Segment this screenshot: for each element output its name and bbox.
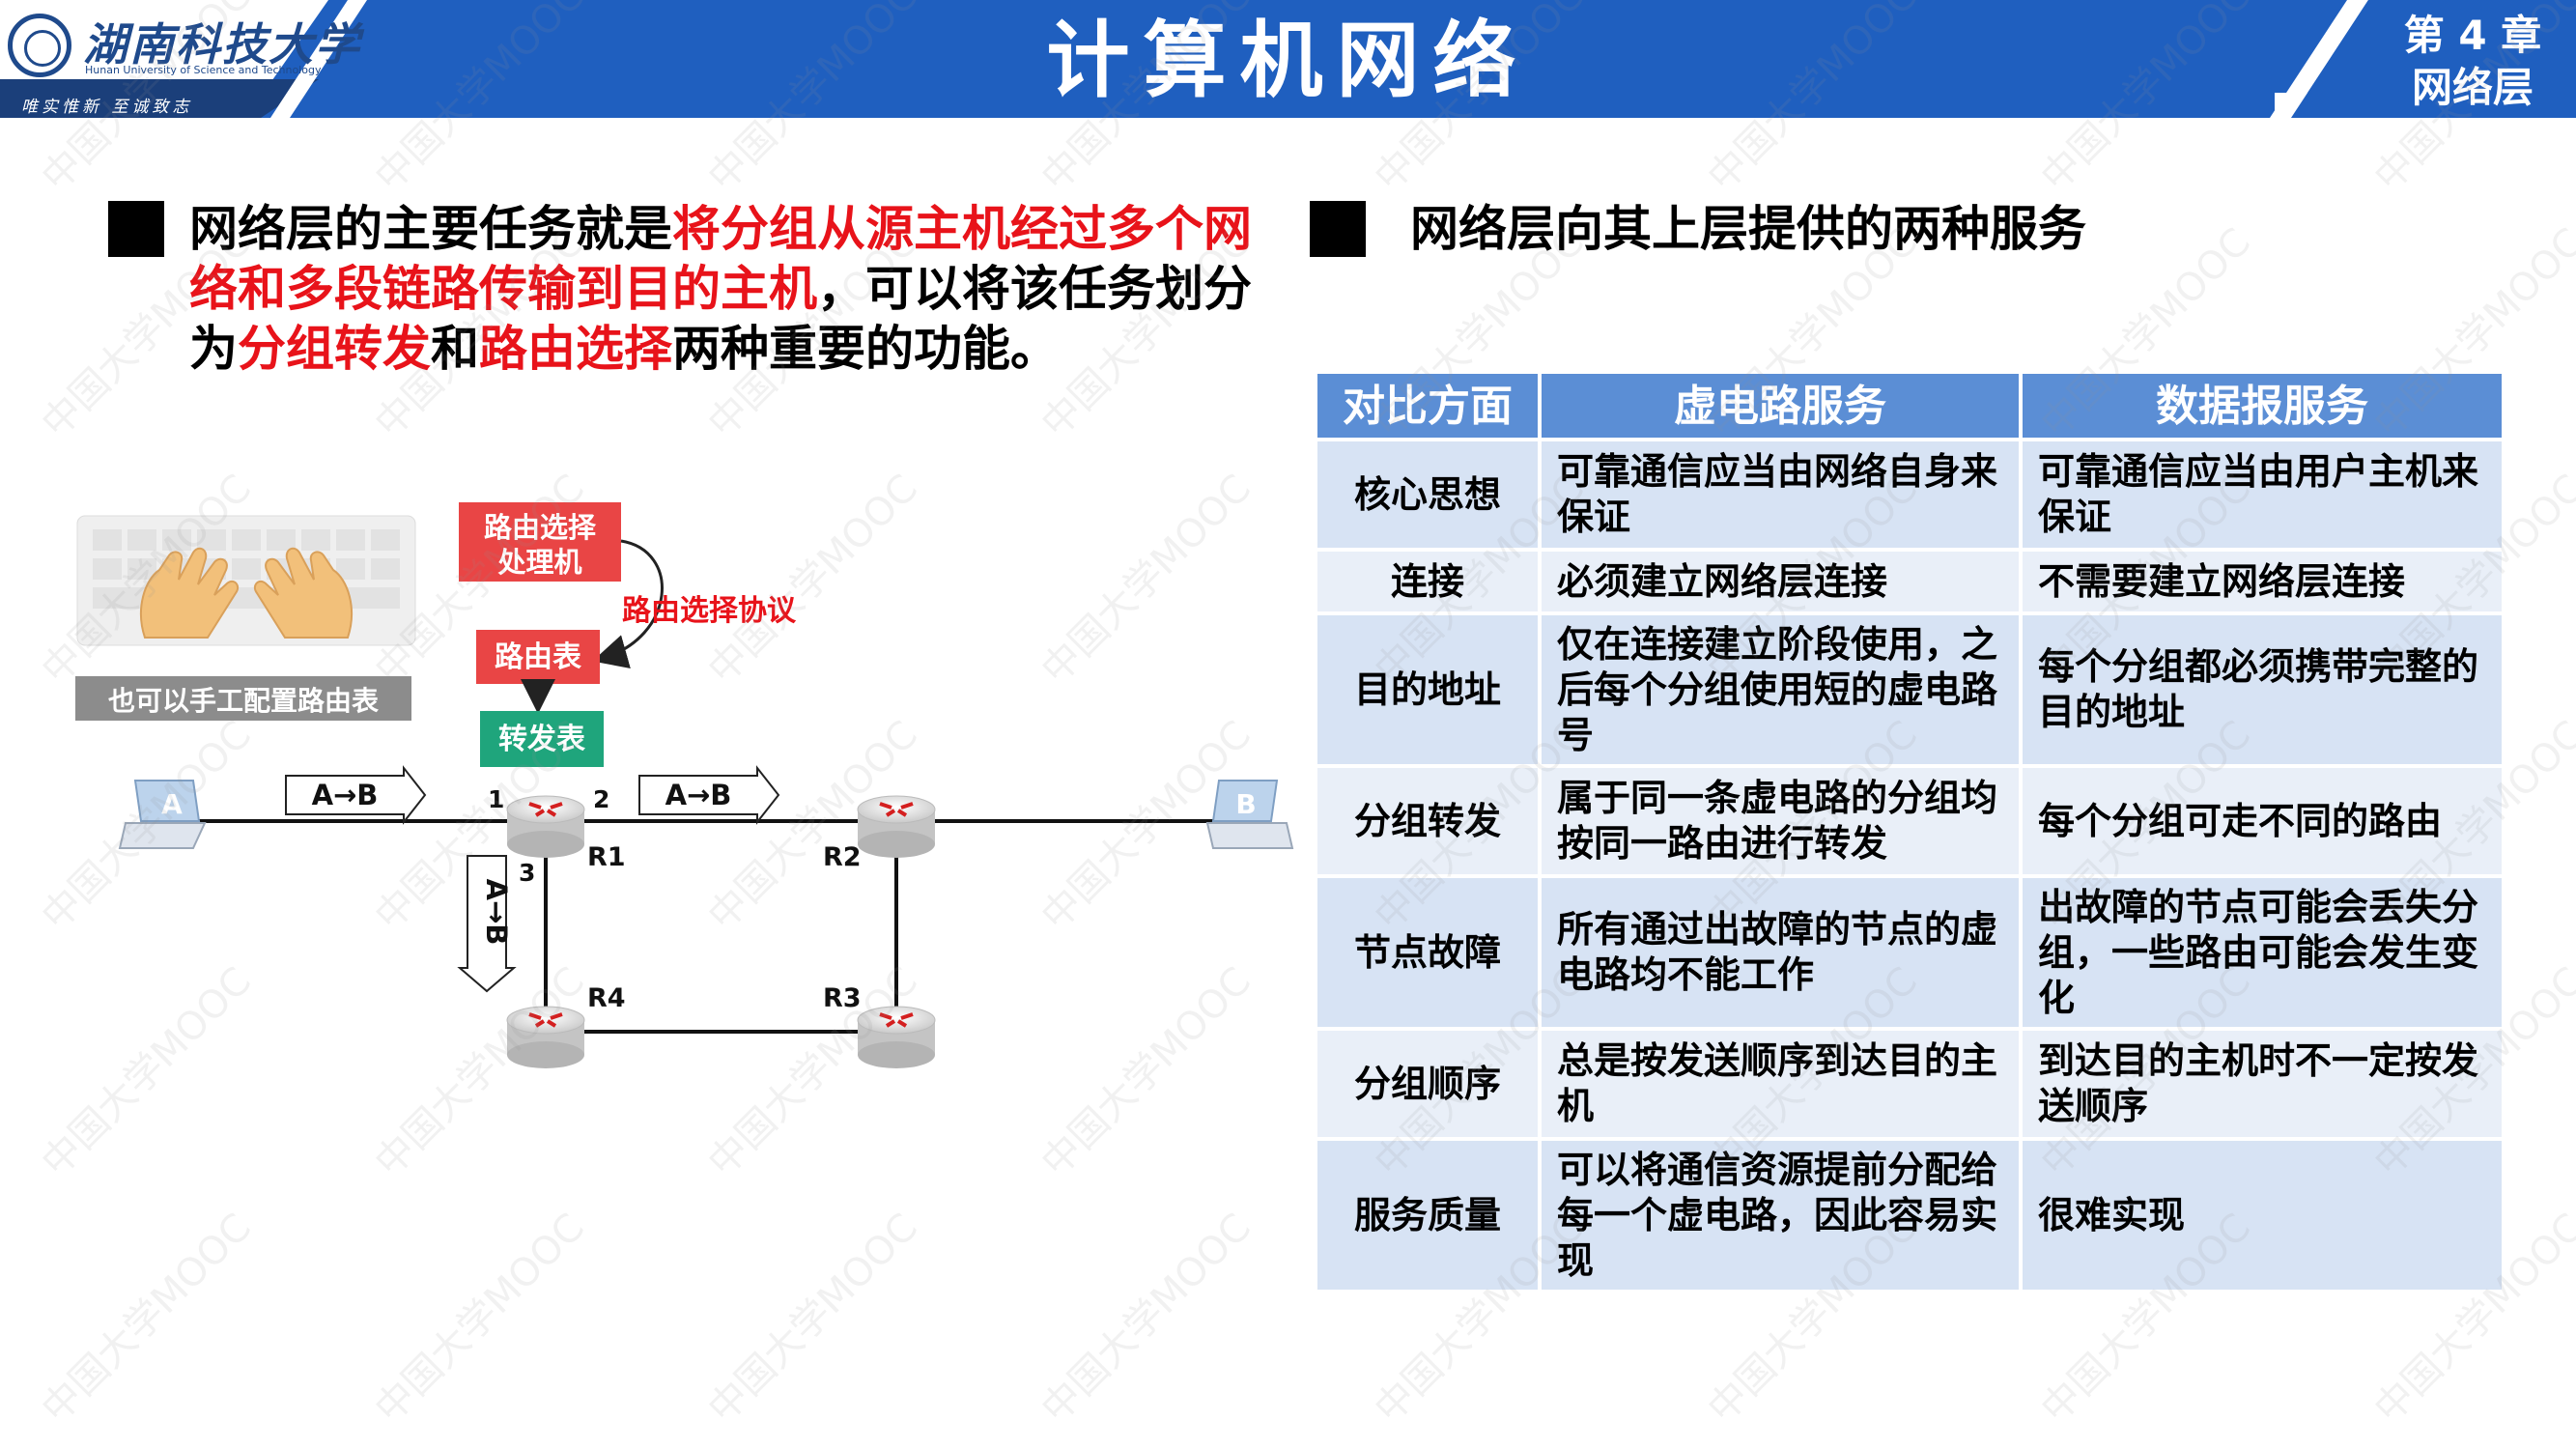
row-datagram: 很难实现 [2023, 1141, 2502, 1290]
packet-arrow-host-a: A→B [285, 765, 427, 825]
row-virtual-circuit: 可靠通信应当由网络自身来保证 [1542, 441, 2019, 548]
col-header-aspect: 对比方面 [1317, 374, 1538, 438]
packet-label-1: A→B [312, 779, 379, 811]
host-b-laptop-icon: B [1205, 780, 1294, 849]
row-datagram: 不需要建立网络层连接 [2023, 552, 2502, 611]
row-virtual-circuit: 属于同一条虚电路的分组均按同一路由进行转发 [1542, 768, 2019, 874]
host-b-label: B [1235, 788, 1256, 820]
service-comparison-table: 对比方面 虚电路服务 数据报服务 核心思想 可靠通信应当由网络自身来保证 可靠通… [1314, 370, 2505, 1293]
row-aspect: 节点故障 [1317, 878, 1538, 1027]
port-label-1: 1 [488, 785, 504, 813]
routing-table-text: 路由表 [495, 640, 581, 674]
network-links [184, 819, 1227, 1034]
packet-arrow-port-2: A→B [638, 765, 780, 825]
host-a-label: A [161, 788, 183, 820]
routing-processor-line2: 处理机 [496, 546, 581, 579]
host-a-laptop-icon: A [118, 780, 207, 849]
table-row: 服务质量 可以将通信资源提前分配给每一个虚电路，因此容易实现 很难实现 [1317, 1141, 2502, 1290]
row-datagram: 到达目的主机时不一定按发送顺序 [2023, 1031, 2502, 1137]
chapter-number: 第 4 章 [2403, 12, 2542, 59]
col-header-datagram: 数据报服务 [2023, 374, 2502, 438]
packet-label-3: A→B [480, 879, 513, 946]
forwarding-table-text: 转发表 [498, 723, 585, 756]
row-virtual-circuit: 总是按发送顺序到达目的主机 [1542, 1031, 2019, 1137]
keyboard-hands-icon [76, 515, 416, 646]
packet-label-2: A→B [665, 779, 732, 811]
table-row: 分组顺序 总是按发送顺序到达目的主机 到达目的主机时不一定按发送顺序 [1317, 1031, 2502, 1137]
manual-config-label: 也可以手工配置路由表 [75, 676, 411, 721]
router-r2-icon [857, 795, 936, 858]
router-r3-icon [857, 1006, 936, 1068]
row-aspect: 服务质量 [1317, 1141, 1538, 1290]
router-label-r1: R1 [587, 842, 626, 872]
routing-processor-line1: 路由选择 [484, 511, 597, 544]
port-label-2: 2 [593, 785, 609, 813]
row-datagram: 每个分组都必须携带完整的目的地址 [2023, 615, 2502, 764]
row-virtual-circuit: 必须建立网络层连接 [1542, 552, 2019, 611]
row-datagram: 每个分组可走不同的路由 [2023, 768, 2502, 874]
manual-config-text: 也可以手工配置路由表 [108, 685, 379, 717]
chapter-label: 第 4 章 网络层 [2376, 10, 2569, 114]
router-r4-icon [506, 1006, 585, 1068]
row-aspect: 分组顺序 [1317, 1031, 1538, 1137]
watermark-text: 中国大学MOOC [700, 1206, 926, 1432]
bullet-square-right [1310, 201, 1366, 257]
packet-arrow-port-3: A→B [457, 855, 517, 993]
table-header-row: 对比方面 虚电路服务 数据报服务 [1317, 374, 2502, 438]
services-heading: 网络层向其上层提供的两种服务 [1410, 201, 2086, 257]
row-virtual-circuit: 可以将通信资源提前分配给每一个虚电路，因此容易实现 [1542, 1141, 2019, 1290]
table-row: 核心思想 可靠通信应当由网络自身来保证 可靠通信应当由用户主机来保证 [1317, 441, 2502, 548]
row-aspect: 分组转发 [1317, 768, 1538, 874]
chapter-name: 网络层 [2411, 64, 2534, 111]
table-row: 目的地址 仅在连接建立阶段使用，之后每个分组使用短的虚电路号 每个分组都必须携带… [1317, 615, 2502, 764]
routing-forwarding-diagram: 也可以手工配置路由表 路由选择 处理机 路由选择协议 路由表 转发表 A B R… [75, 502, 1294, 1068]
watermark-text: 中国大学MOOC [367, 1206, 593, 1432]
port-label-3: 3 [519, 859, 535, 887]
row-datagram: 可靠通信应当由用户主机来保证 [2023, 441, 2502, 548]
table-row: 分组转发 属于同一条虚电路的分组均按同一路由进行转发 每个分组可走不同的路由 [1317, 768, 2502, 874]
row-datagram: 出故障的节点可能会丢失分组，一些路由可能会发生变化 [2023, 878, 2502, 1027]
row-aspect: 核心思想 [1317, 441, 1538, 548]
row-virtual-circuit: 仅在连接建立阶段使用，之后每个分组使用短的虚电路号 [1542, 615, 2019, 764]
row-virtual-circuit: 所有通过出故障的节点的虚电路均不能工作 [1542, 878, 2019, 1027]
table-row: 连接 必须建立网络层连接 不需要建立网络层连接 [1317, 552, 2502, 611]
routing-processor-box: 路由选择 处理机 [459, 502, 621, 582]
watermark-text: 中国大学MOOC [1033, 1206, 1260, 1432]
routing-protocol-label: 路由选择协议 [622, 594, 797, 628]
forwarding-table-box: 转发表 [480, 711, 604, 767]
row-aspect: 连接 [1317, 552, 1538, 611]
router-label-r4: R4 [587, 983, 626, 1013]
router-label-r2: R2 [823, 842, 862, 872]
col-header-virtual-circuit: 虚电路服务 [1542, 374, 2019, 438]
routing-table-box: 路由表 [476, 630, 600, 684]
router-label-r3: R3 [823, 983, 862, 1013]
row-aspect: 目的地址 [1317, 615, 1538, 764]
watermark-text: 中国大学MOOC [34, 1206, 260, 1432]
router-r1-icon [506, 795, 585, 858]
table-row: 节点故障 所有通过出故障的节点的虚电路均不能工作 出故障的节点可能会丢失分组，一… [1317, 878, 2502, 1027]
